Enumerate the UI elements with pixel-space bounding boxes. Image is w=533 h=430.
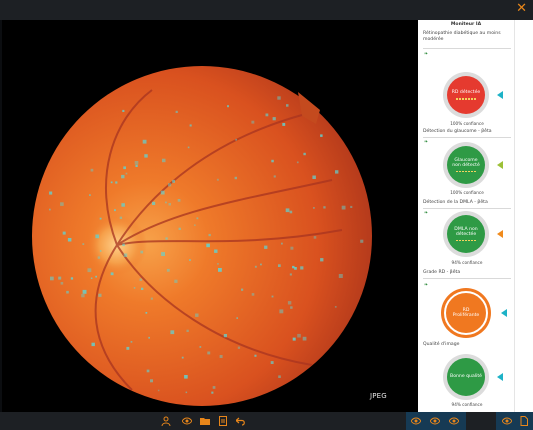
- divider: [423, 278, 511, 279]
- fundus-image[interactable]: [2, 20, 418, 412]
- result-circle-dr-grade[interactable]: RD Proliférante: [441, 288, 507, 338]
- caret-left-icon[interactable]: [497, 373, 503, 381]
- section-title-quality: Qualité d'image: [423, 342, 460, 347]
- eye-icon[interactable]: [182, 416, 192, 426]
- document-icon[interactable]: [218, 416, 228, 426]
- section-title-dr-grade: Grade RD - βêta: [423, 270, 461, 275]
- view-eye-icon-4[interactable]: [502, 416, 512, 426]
- result-label-glaucoma: Glaucome non détecté: [452, 157, 480, 168]
- result-fill-dr: RD détectée: [447, 76, 485, 114]
- export-icon[interactable]: [519, 416, 529, 426]
- result-fill-glaucoma: Glaucome non détecté: [447, 146, 485, 184]
- result-fill-dr-grade: RD Proliférante: [444, 291, 488, 335]
- leaf-icon: ❧: [424, 282, 429, 288]
- caret-left-icon[interactable]: [497, 161, 503, 169]
- confidence-bar: [456, 239, 476, 242]
- leaf-icon: ❧: [424, 210, 429, 216]
- result-circle-dr[interactable]: RD détectée: [443, 72, 503, 118]
- bottom-toolbar: [0, 412, 533, 430]
- divider: [423, 208, 511, 209]
- section-title-glaucoma: Détection du glaucome - βêta: [423, 129, 492, 134]
- result-label-amd: DMLA non détectée: [454, 226, 478, 237]
- confidence-amd: 94% confiance: [451, 260, 483, 265]
- close-icon[interactable]: ✕: [516, 2, 527, 16]
- divider: [423, 137, 511, 138]
- leaf-icon: ❧: [424, 139, 429, 145]
- confidence-glaucoma: 100% confiance: [450, 190, 484, 195]
- ai-results-panel: Moniteur IA Rétinopathie diabétique au m…: [418, 20, 514, 412]
- side-edge: [514, 20, 533, 412]
- confidence-bar: [456, 98, 476, 100]
- title-bar: ✕: [0, 0, 533, 20]
- result-circle-amd[interactable]: DMLA non détectée: [443, 211, 503, 257]
- result-label-dr: RD détectée: [451, 90, 481, 96]
- result-fill-quality: Bonne qualité: [447, 358, 485, 396]
- person-icon[interactable]: [161, 416, 171, 426]
- confidence-bar: [456, 170, 476, 173]
- confidence-quality: 94% confiance: [451, 402, 483, 407]
- section-title-amd: Détection de la DMLA - βêta: [423, 200, 488, 205]
- result-label-dr-grade: RD Proliférante: [452, 307, 480, 318]
- section-title-dr: Rétinopathie diabétique au moins modérée: [423, 31, 501, 42]
- divider: [423, 48, 511, 49]
- view-eye-icon-3[interactable]: [449, 416, 459, 426]
- result-circle-glaucoma[interactable]: Glaucome non détecté: [443, 142, 503, 188]
- view-eye-icon-1[interactable]: [411, 416, 421, 426]
- view-eye-icon-2[interactable]: [430, 416, 440, 426]
- undo-icon[interactable]: [236, 416, 246, 426]
- monitor-title: Moniteur IA: [450, 22, 482, 27]
- image-viewer[interactable]: JPEG: [2, 20, 418, 412]
- format-label: JPEG: [370, 392, 387, 400]
- caret-left-icon[interactable]: [497, 91, 503, 99]
- caret-left-icon[interactable]: [501, 309, 507, 317]
- confidence-dr: 100% confiance: [450, 121, 484, 126]
- result-fill-amd: DMLA non détectée: [447, 215, 485, 253]
- result-circle-quality[interactable]: Bonne qualité: [443, 354, 503, 400]
- leaf-icon: ❧: [424, 51, 429, 57]
- caret-left-icon[interactable]: [497, 230, 503, 238]
- folder-icon[interactable]: [200, 416, 210, 426]
- result-label-quality: Bonne qualité: [450, 374, 482, 380]
